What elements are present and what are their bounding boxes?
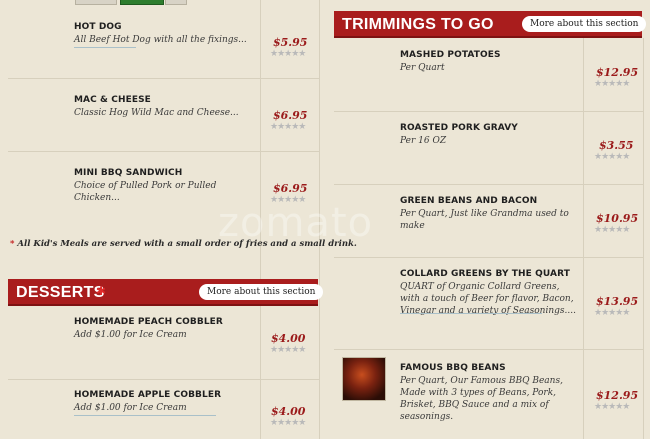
item-description: Classic Hog Wild Mac and Cheese...: [74, 108, 239, 118]
item-description: Per 16 OZ: [400, 136, 447, 146]
item-underline: [74, 47, 136, 48]
menu-item[interactable]: MASHED POTATOES Per Quart $12.95 ★★★★★: [334, 38, 644, 111]
item-description: QUART of Organic Collard Greens, with a …: [400, 282, 576, 316]
item-underline: [74, 415, 216, 416]
rating-stars[interactable]: ★★★★★: [270, 419, 306, 428]
item-price: $12.95: [596, 66, 639, 79]
item-price: $6.95: [273, 109, 308, 122]
rating-stars[interactable]: ★★★★★: [270, 50, 306, 59]
item-name: ROASTED PORK GRAVY: [400, 123, 518, 133]
item-name: MAC & CHEESE: [74, 95, 151, 105]
kids-meal-note: * All Kid's Meals are served with a smal…: [10, 239, 357, 249]
menu-item[interactable]: MAC & CHEESE Classic Hog Wild Mac and Ch…: [8, 78, 320, 151]
trimmings-section-header: TRIMMINGS TO GO More about this section: [334, 11, 647, 38]
item-price: $4.00: [271, 405, 306, 418]
note-text: All Kid's Meals are served with a small …: [17, 239, 357, 249]
menu-item[interactable]: HOMEMADE APPLE COBBLER Add $1.00 for Ice…: [8, 379, 320, 439]
menu-item[interactable]: ROASTED PORK GRAVY Per 16 OZ $3.55 ★★★★★: [334, 111, 644, 184]
section-title: TRIMMINGS TO GO: [342, 16, 494, 33]
item-name: HOT DOG: [74, 22, 122, 32]
rating-stars[interactable]: ★★★★★: [270, 346, 306, 355]
rating-stars[interactable]: ★★★★★: [594, 153, 630, 162]
item-price: $6.95: [273, 182, 308, 195]
rating-stars[interactable]: ★★★★★: [270, 196, 306, 205]
bbq-beans-thumbnail[interactable]: [342, 357, 386, 401]
item-description: Add $1.00 for Ice Cream: [74, 330, 187, 340]
item-name: MASHED POTATOES: [400, 50, 501, 60]
item-description: Per Quart, Our Famous BBQ Beans, Made wi…: [400, 376, 563, 422]
item-description: All Beef Hot Dog with all the fixings...: [74, 35, 247, 45]
rating-stars[interactable]: ★★★★★: [594, 226, 630, 235]
item-description: Add $1.00 for Ice Cream: [74, 403, 187, 413]
section-star-icon: ✱: [96, 284, 107, 298]
rating-stars[interactable]: ★★★★★: [594, 309, 630, 318]
note-asterisk: *: [10, 239, 15, 249]
item-name: COLLARD GREENS BY THE QUART: [400, 269, 570, 279]
item-description: Per Quart: [400, 63, 445, 73]
more-about-section-button[interactable]: More about this section: [199, 284, 324, 300]
item-name: MINI BBQ SANDWICH: [74, 168, 183, 178]
item-price: $5.95: [273, 36, 308, 49]
item-name: HOMEMADE PEACH COBBLER: [74, 317, 223, 327]
item-price: $12.95: [596, 389, 639, 402]
item-price: $10.95: [596, 212, 639, 225]
section-title: DESSERTS: [16, 284, 105, 301]
rating-stars[interactable]: ★★★★★: [594, 80, 630, 89]
item-price: $4.00: [271, 332, 306, 345]
item-underline: [400, 313, 542, 314]
rating-stars[interactable]: ★★★★★: [594, 403, 630, 412]
item-description: Per Quart, Just like Grandma used to mak…: [400, 209, 569, 231]
menu-item[interactable]: COLLARD GREENS BY THE QUART QUART of Org…: [334, 257, 644, 349]
menu-item[interactable]: FAMOUS BBQ BEANS Per Quart, Our Famous B…: [334, 349, 644, 439]
item-price: $3.55: [599, 139, 634, 152]
more-about-section-button[interactable]: More about this section: [522, 16, 647, 32]
rating-stars[interactable]: ★★★★★: [270, 123, 306, 132]
item-description: Choice of Pulled Pork or Pulled Chicken.…: [74, 181, 217, 203]
item-name: HOMEMADE APPLE COBBLER: [74, 390, 222, 400]
item-name: FAMOUS BBQ BEANS: [400, 363, 506, 373]
left-menu-column: HOT DOG All Beef Hot Dog with all the fi…: [8, 0, 357, 439]
desserts-section-header: DESSERTS ✱ More about this section: [8, 279, 324, 306]
right-menu-column: TRIMMINGS TO GO More about this section …: [334, 0, 647, 439]
menu-item[interactable]: HOT DOG All Beef Hot Dog with all the fi…: [8, 0, 320, 78]
menu-item[interactable]: GREEN BEANS AND BACON Per Quart, Just li…: [334, 184, 644, 257]
menu-item[interactable]: HOMEMADE PEACH COBBLER Add $1.00 for Ice…: [8, 306, 320, 379]
menu-item[interactable]: MINI BBQ SANDWICH Choice of Pulled Pork …: [8, 151, 320, 225]
item-name: GREEN BEANS AND BACON: [400, 196, 538, 206]
item-price: $13.95: [596, 295, 639, 308]
